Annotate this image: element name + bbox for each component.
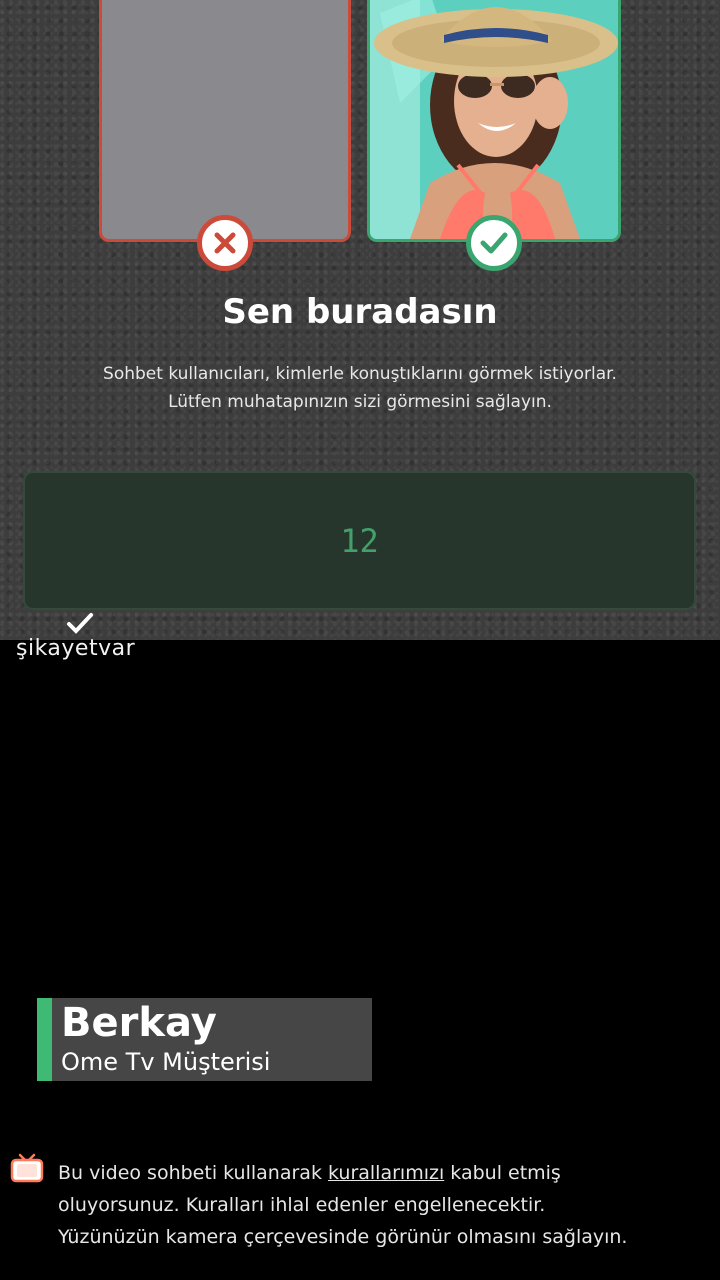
description: Sohbet kullanıcıları, kimlerle konuştıkl… xyxy=(60,360,660,416)
close-icon xyxy=(214,232,236,254)
ome-tv-icon xyxy=(10,1153,44,1183)
watermark-text: şikayetvar xyxy=(16,636,136,661)
countdown-box: 12 xyxy=(23,471,696,610)
rules-link[interactable]: kurallarımızı xyxy=(328,1162,444,1184)
notice-line-1: Bu video sohbeti kullanarak kurallarımız… xyxy=(58,1157,708,1189)
notice-line-1-start: Bu video sohbeti kullanarak xyxy=(58,1162,328,1184)
check-icon xyxy=(480,232,508,254)
page-title: Sen buradasın xyxy=(222,292,498,332)
notice-line-2: oluyorsunuz. Kuralları ihlal edenler eng… xyxy=(58,1194,546,1216)
sikayetvar-logo-icon xyxy=(67,613,93,634)
rules-notice: Bu video sohbeti kullanarak kurallarımız… xyxy=(58,1157,708,1253)
woman-with-sunhat-image xyxy=(370,0,618,239)
speaker-role: Ome Tv Müşterisi xyxy=(61,1048,271,1076)
speaker-lower-third: Berkay Ome Tv Müşterisi xyxy=(37,998,372,1081)
camera-instructions-panel: Sen buradasın Sohbet kullanıcıları, kiml… xyxy=(0,0,720,640)
reject-badge xyxy=(197,215,253,271)
notice-line-1-end: kabul etmiş xyxy=(444,1162,561,1184)
countdown-value: 12 xyxy=(340,521,379,560)
good-example-photo xyxy=(367,0,621,242)
speaker-name: Berkay xyxy=(61,1000,217,1046)
notice-line-3: Yüzünüzün kamera çerçevesinde görünür ol… xyxy=(58,1226,628,1248)
lower-third-accent-bar xyxy=(37,998,52,1081)
bad-example-card xyxy=(99,0,351,242)
accept-badge xyxy=(466,215,522,271)
description-line-1: Sohbet kullanıcıları, kimlerle konuştıkl… xyxy=(103,364,617,384)
description-line-2: Lütfen muhatapınızın sizi görmesini sağl… xyxy=(168,392,552,412)
